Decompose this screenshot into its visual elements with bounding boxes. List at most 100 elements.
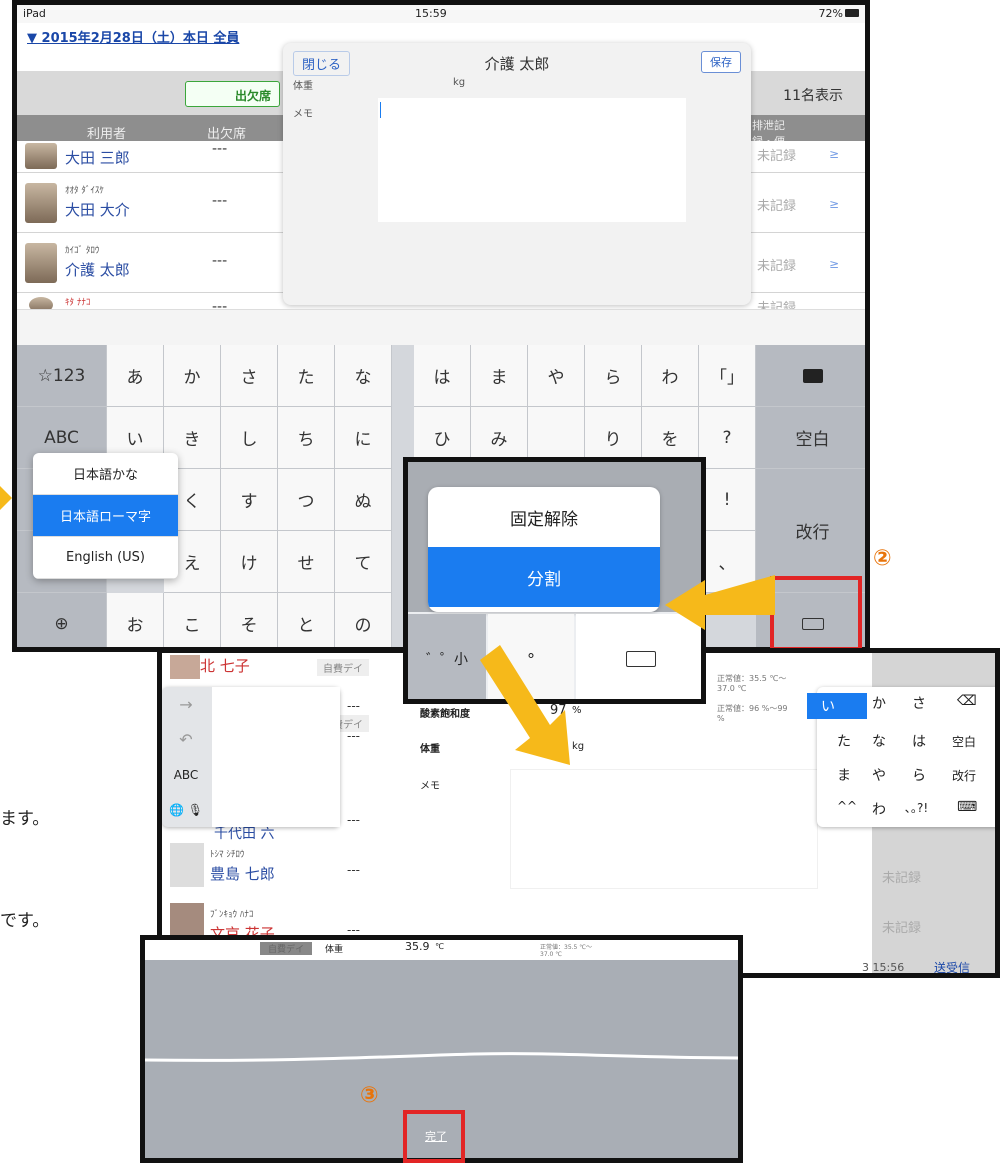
- key[interactable]: わ: [872, 799, 886, 819]
- key[interactable]: ､｡?!: [905, 799, 928, 816]
- key[interactable]: わ: [642, 345, 699, 407]
- step-marker-2: ②: [873, 546, 892, 571]
- lang-option[interactable]: English (US): [33, 537, 178, 579]
- key[interactable]: あ: [107, 345, 164, 407]
- memo-input[interactable]: [378, 98, 686, 222]
- space-key[interactable]: 空白: [952, 733, 976, 750]
- row-chevron-icon[interactable]: ≥: [829, 197, 839, 211]
- lang-option[interactable]: 日本語かな: [33, 453, 178, 495]
- sync-link[interactable]: 送受信: [934, 959, 970, 973]
- key[interactable]: ち: [278, 407, 335, 469]
- attendance-value: ---: [347, 699, 360, 713]
- memo-input[interactable]: [510, 769, 818, 889]
- backspace-icon[interactable]: ⌫: [957, 693, 977, 709]
- key[interactable]: す: [221, 469, 278, 531]
- lang-option-selected[interactable]: 日本語ローマ字: [33, 495, 178, 537]
- globe-key[interactable]: ⊕: [17, 593, 107, 647]
- abc-key[interactable]: ABC: [162, 757, 210, 792]
- backspace-key[interactable]: [756, 345, 865, 407]
- key[interactable]: な: [872, 731, 886, 751]
- key[interactable]: の: [335, 593, 392, 647]
- key[interactable]: は: [414, 345, 471, 407]
- side-text: です。: [0, 911, 50, 931]
- key[interactable]: こ: [164, 593, 221, 647]
- key[interactable]: や: [872, 765, 886, 785]
- row-chevron-icon[interactable]: ≥: [829, 147, 839, 161]
- arrow-left-icon: [665, 575, 775, 630]
- sync-time: 3 15:56: [862, 961, 905, 974]
- key[interactable]: !: [699, 469, 756, 531]
- header-attendance: 出欠席: [207, 127, 247, 142]
- row-chevron-icon[interactable]: ≥: [829, 257, 839, 271]
- key[interactable]: さ: [912, 693, 926, 713]
- clock: 15:59: [415, 7, 447, 20]
- key[interactable]: ら: [585, 345, 642, 407]
- highlight-box: [770, 576, 862, 651]
- key[interactable]: ま: [471, 345, 528, 407]
- key[interactable]: か: [164, 345, 221, 407]
- space-key[interactable]: 空白: [756, 407, 865, 469]
- user-name: 大田 大介: [65, 201, 130, 219]
- key[interactable]: し: [221, 407, 278, 469]
- key[interactable]: け: [221, 531, 278, 593]
- key-area: [212, 687, 340, 827]
- attendance-value: ---: [347, 863, 360, 877]
- arrow-down-right-icon: [480, 645, 570, 765]
- keyboard-icon: [626, 651, 656, 667]
- selected-key[interactable]: い: [807, 693, 867, 719]
- close-button[interactable]: 閉じる: [293, 51, 351, 76]
- key-numbers[interactable]: ☆123: [17, 345, 107, 407]
- undock-option[interactable]: 固定解除: [428, 487, 660, 547]
- memo-label: メモ: [293, 109, 313, 120]
- spo2-label: 酸素飽和度: [420, 709, 470, 720]
- key[interactable]: は: [912, 731, 926, 751]
- arrow-right-icon: [0, 486, 12, 510]
- keyboard-menu: 固定解除 分割: [428, 487, 660, 612]
- normal-range: 正常値：96 %〜99 %: [717, 704, 788, 723]
- key[interactable]: そ: [221, 593, 278, 647]
- date-selector[interactable]: ▼ 2015年2月28日（土）本日 全員: [27, 27, 239, 46]
- key[interactable]: ま: [837, 765, 851, 785]
- keyboard-icon[interactable]: ⌨: [957, 799, 977, 815]
- key[interactable]: ^^: [837, 799, 857, 813]
- status-value: 未記録: [882, 921, 922, 936]
- key[interactable]: ら: [912, 765, 926, 785]
- weight-label: 体重: [420, 744, 440, 755]
- arrow-key[interactable]: →: [162, 687, 210, 722]
- key[interactable]: ぬ: [335, 469, 392, 531]
- key[interactable]: た: [278, 345, 335, 407]
- undo-key[interactable]: ↶: [162, 722, 210, 757]
- key[interactable]: 「」: [699, 345, 756, 407]
- key[interactable]: か: [872, 693, 886, 713]
- key[interactable]: や: [528, 345, 585, 407]
- normal-range: 正常値：35.5 ℃〜37.0 ℃: [717, 674, 787, 693]
- attendance-value: ---: [347, 813, 360, 827]
- tab-attendance[interactable]: 出欠席: [185, 81, 280, 107]
- weight-label: 体重: [325, 945, 344, 955]
- globe-mic-key[interactable]: 🌐 🎙: [162, 792, 210, 827]
- save-button[interactable]: 保存: [701, 51, 741, 73]
- key[interactable]: さ: [221, 345, 278, 407]
- key[interactable]: な: [335, 345, 392, 407]
- split-keyboard-left: → ↶ ABC 🌐 🎙: [162, 687, 340, 827]
- avatar: [170, 843, 204, 887]
- return-key[interactable]: 改行: [952, 767, 976, 784]
- user-kana: ｷﾀ ﾅﾅｺ: [65, 298, 91, 308]
- user-kana: ﾄｼﾏ ｼﾁﾛｳ: [210, 850, 245, 860]
- key[interactable]: せ: [278, 531, 335, 593]
- record-modal: 介護 太郎 閉じる 保存 体重 kg メモ: [283, 43, 751, 305]
- key[interactable]: と: [278, 593, 335, 647]
- attendance-value: ---: [212, 193, 228, 209]
- key[interactable]: た: [837, 731, 851, 751]
- key[interactable]: ?: [699, 407, 756, 469]
- split-option[interactable]: 分割: [428, 547, 660, 607]
- key[interactable]: お: [107, 593, 164, 647]
- key[interactable]: て: [335, 531, 392, 593]
- temp-unit: ℃: [435, 942, 444, 951]
- key[interactable]: に: [335, 407, 392, 469]
- temp-value: 35.9: [405, 940, 430, 953]
- user-name: 北 七子: [200, 657, 250, 675]
- key[interactable]: つ: [278, 469, 335, 531]
- language-popup: 日本語かな 日本語ローマ字 English (US): [33, 453, 178, 579]
- avatar: [25, 143, 57, 169]
